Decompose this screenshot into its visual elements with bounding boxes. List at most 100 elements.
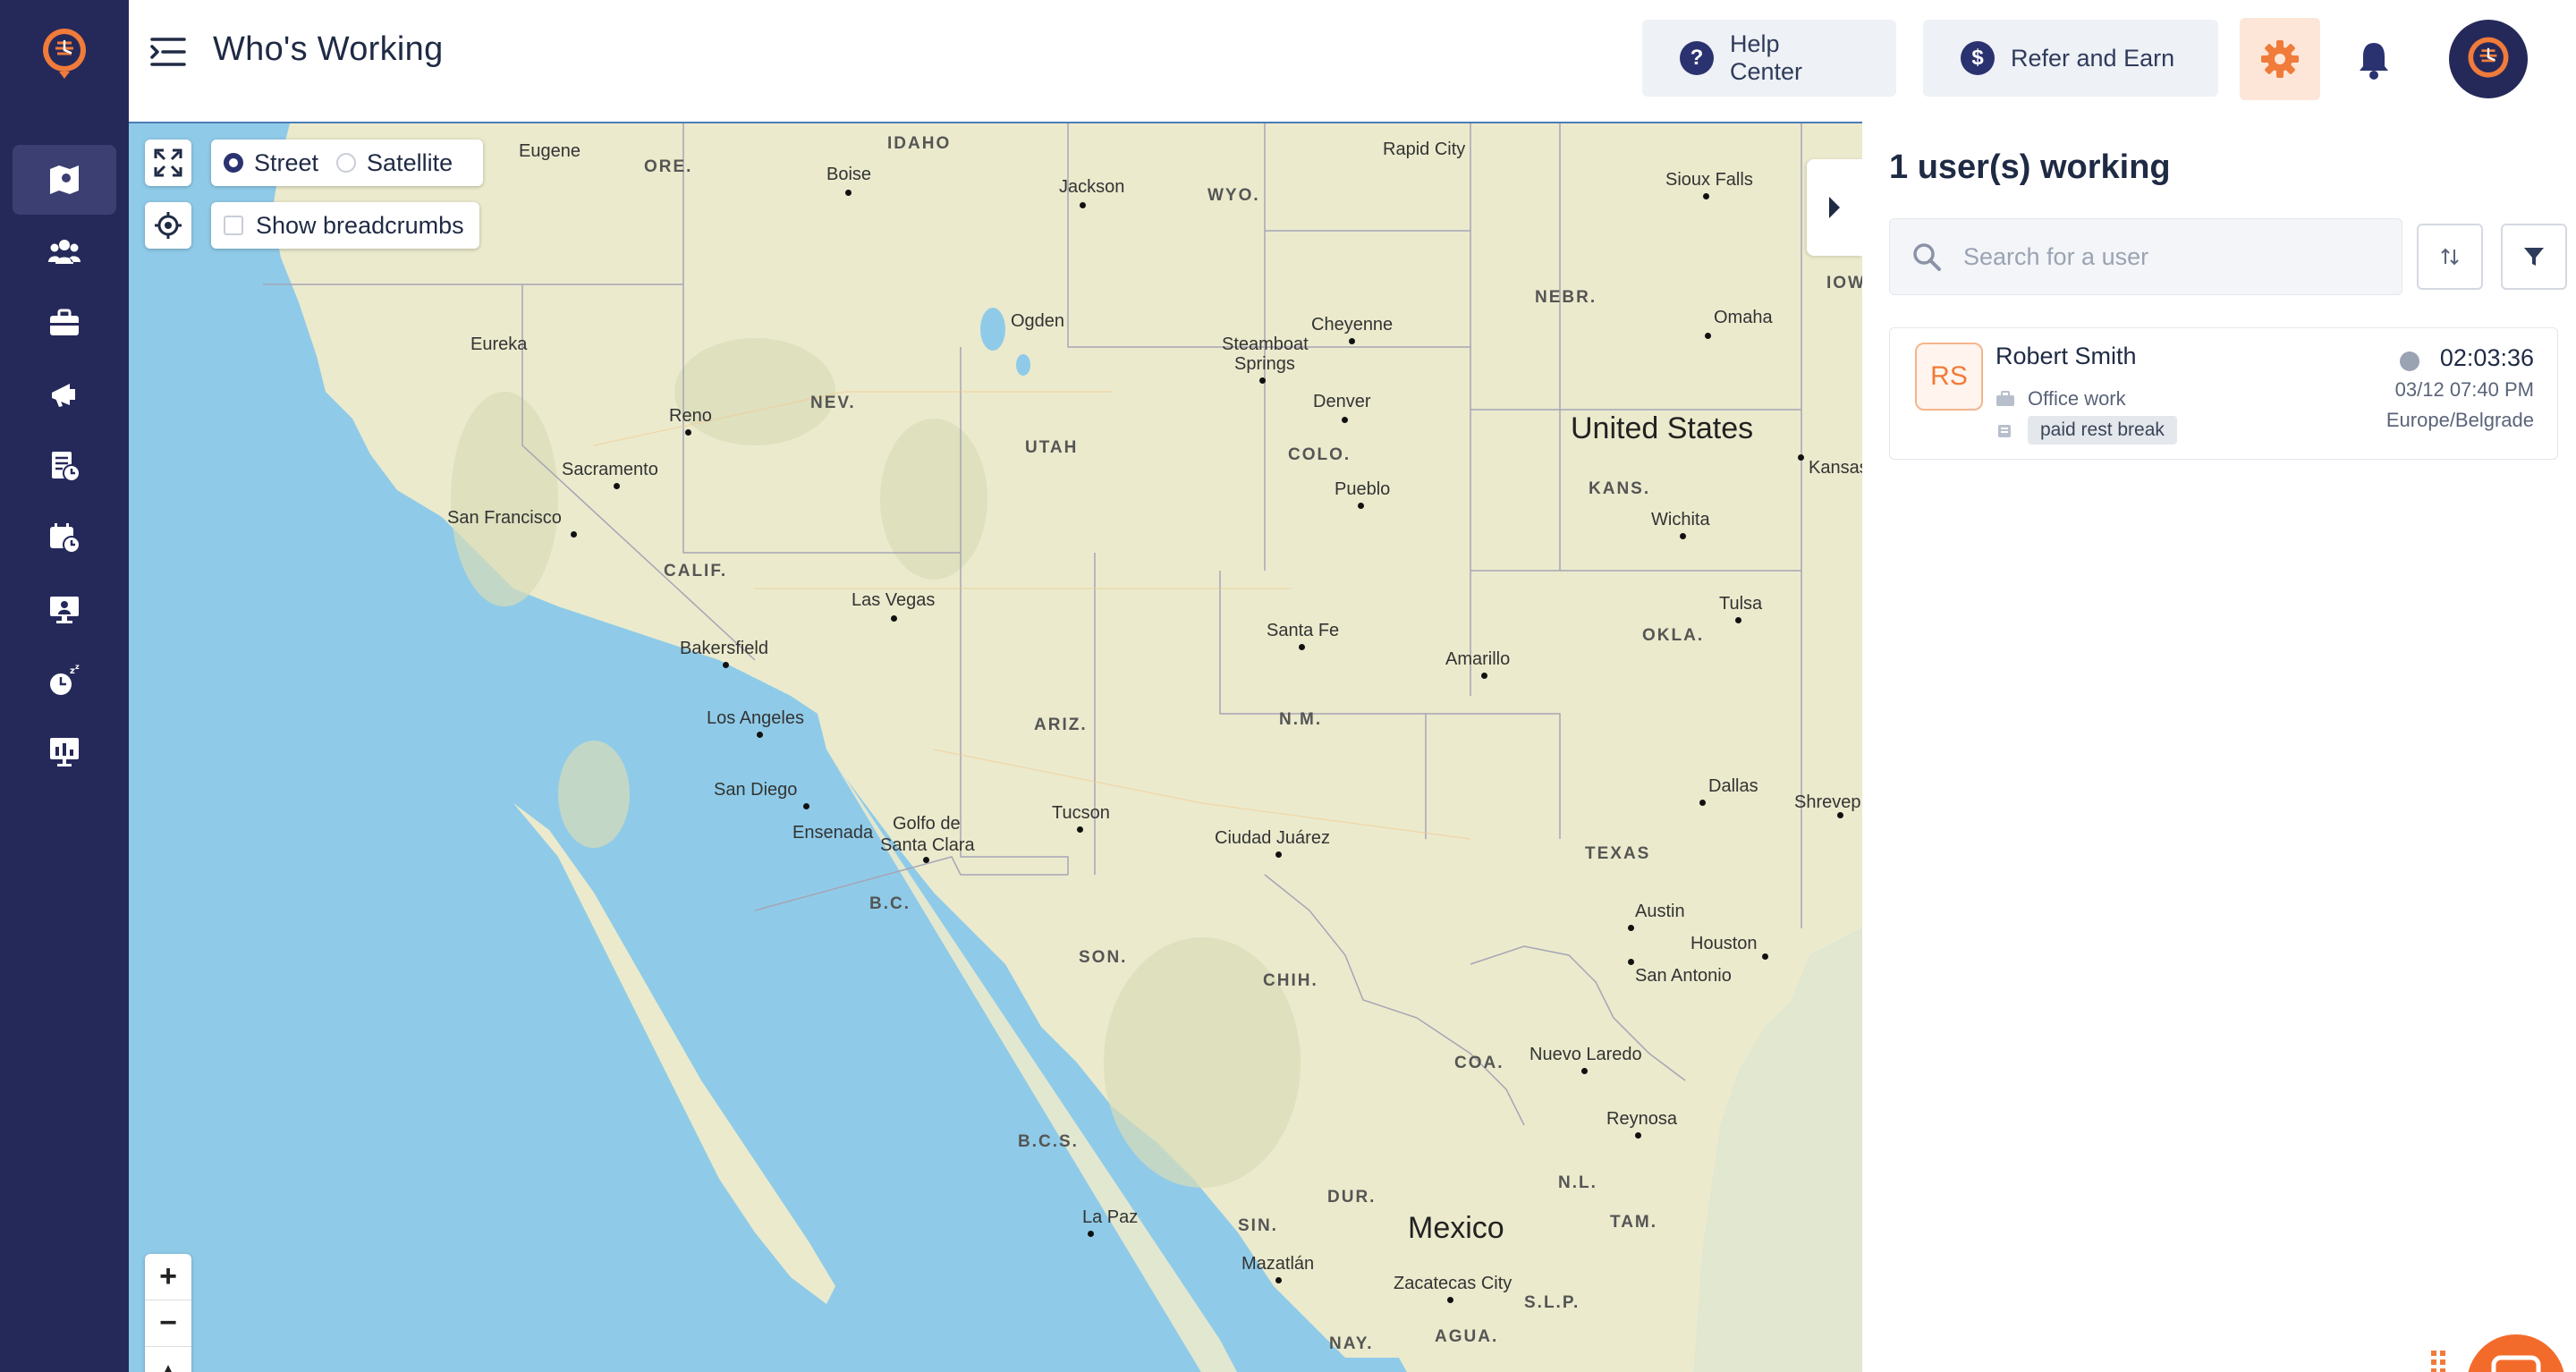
zoom-in-button[interactable]: +: [145, 1254, 191, 1300]
clock-in-time: 03/12 07:40 PM: [2394, 378, 2534, 401]
timesheet-icon: [52, 452, 80, 482]
sidebar-item-live-map[interactable]: [13, 145, 116, 215]
sidebar-item-timesheets[interactable]: [13, 431, 116, 501]
apps-grid-icon[interactable]: [2431, 1351, 2453, 1372]
filter-button[interactable]: [2501, 224, 2567, 290]
map-label-cheyenne: Cheyenne: [1311, 315, 1394, 335]
map-label-bcs: B.C.S.: [1018, 1132, 1079, 1151]
map-label-san-francisco: San Francisco: [447, 508, 562, 528]
map-label-bakersfield: Bakersfield: [680, 639, 768, 658]
search-icon: [1913, 243, 1941, 271]
live-map[interactable]: Eugene IDAHO ORE. Boise Jackson WYO. Rap…: [129, 122, 1862, 1372]
map-label-nuevo-laredo: Nuevo Laredo: [1530, 1045, 1642, 1064]
map-label-tam: TAM.: [1610, 1213, 1658, 1232]
map-dot-wichita: [1680, 533, 1686, 539]
map-label-ensenada: Ensenada: [792, 823, 874, 843]
fullscreen-button[interactable]: [145, 140, 191, 186]
sidebar-item-announcements[interactable]: [13, 360, 116, 429]
zoom-out-button[interactable]: −: [145, 1300, 191, 1347]
app-logo-icon[interactable]: [39, 23, 89, 80]
satellite-radio[interactable]: Satellite: [336, 149, 453, 177]
user-search-input[interactable]: [1963, 242, 2375, 271]
map-label-kansas: Kansas: [1809, 458, 1862, 478]
caret-right-icon: [1829, 197, 1840, 218]
map-label-santa-fe: Santa Fe: [1267, 621, 1340, 640]
help-center-button[interactable]: ? Help Center: [1642, 20, 1896, 97]
map-label-ciudad-juarez: Ciudad Juárez: [1215, 828, 1330, 848]
working-count-title: 1 user(s) working: [1889, 148, 2171, 186]
sidebar-item-reports[interactable]: [13, 717, 116, 787]
briefcase-icon: [1996, 391, 2014, 406]
chat-icon: [2491, 1355, 2541, 1372]
sidebar-item-kiosk[interactable]: [13, 574, 116, 644]
zoom-control: + − ▲: [145, 1254, 191, 1372]
map-label-colo: COLO.: [1288, 445, 1352, 464]
map-label-texas: TEXAS: [1585, 844, 1651, 863]
settings-button[interactable]: [2240, 18, 2320, 100]
time-off-icon: [50, 523, 80, 554]
sidebar-item-time-off[interactable]: [13, 503, 116, 572]
page-title: Who's Working: [213, 30, 444, 68]
sidebar-item-team[interactable]: [13, 216, 116, 286]
sidebar-item-jobs[interactable]: [13, 288, 116, 358]
street-radio[interactable]: Street: [224, 149, 318, 177]
menu-toggle-icon[interactable]: [148, 34, 188, 70]
panel-collapse-button[interactable]: [1807, 159, 1862, 256]
map-label-agua: AGUA.: [1435, 1327, 1499, 1346]
refer-and-earn-button[interactable]: $ Refer and Earn: [1923, 20, 2218, 97]
compass-button[interactable]: ▲: [145, 1347, 191, 1372]
map-label-ogden: Ogden: [1011, 311, 1065, 331]
kiosk-icon: [50, 597, 79, 623]
map-dot-los-angeles: [757, 732, 763, 738]
app-root: zz Who's Working ? Help Center $ Refer a…: [0, 0, 2576, 1372]
map-dot-houston: [1762, 953, 1768, 960]
map-label-eugene: Eugene: [519, 141, 580, 161]
map-label-utah: UTAH: [1025, 438, 1079, 457]
map-label-mazatlan: Mazatlán: [1241, 1254, 1315, 1274]
map-label-ariz: ARIZ.: [1034, 716, 1088, 734]
chat-launcher-button[interactable]: [2467, 1334, 2565, 1372]
show-breadcrumbs-checkbox[interactable]: [224, 216, 243, 235]
map-label-nebr: NEBR.: [1535, 288, 1597, 307]
map-label-kans: KANS.: [1589, 479, 1651, 498]
notifications-bell-icon[interactable]: [2356, 39, 2392, 80]
dollar-icon: $: [1961, 41, 1995, 75]
satellite-radio-circle[interactable]: [336, 153, 357, 173]
user-card[interactable]: RS Robert Smith Office work paid rest br…: [1889, 327, 2558, 460]
map-label-boise: Boise: [826, 165, 872, 184]
locate-button[interactable]: [145, 202, 191, 249]
map-label-nm: N.M.: [1279, 710, 1323, 729]
map-label-mexico: Mexico: [1408, 1211, 1504, 1245]
sidebar-item-breaks[interactable]: zz: [13, 646, 116, 716]
map-dot-la-paz: [1088, 1231, 1094, 1237]
street-radio-circle[interactable]: [224, 153, 243, 173]
working-users-panel: 1 user(s) working RS Robert Smith: [1862, 122, 2576, 1372]
account-avatar[interactable]: [2449, 20, 2528, 98]
map-dot-pueblo: [1358, 503, 1364, 509]
map-label-son: SON.: [1079, 948, 1128, 967]
map-label-san-diego: San Diego: [714, 780, 798, 800]
map-label-steamboat: Steamboat: [1222, 335, 1309, 354]
break-icon: [1998, 425, 2011, 437]
map-layer-switch: Street Satellite: [211, 140, 483, 186]
map-label-dur: DUR.: [1327, 1188, 1377, 1207]
sort-button[interactable]: [2417, 224, 2483, 290]
map-dot-mazatlan: [1275, 1277, 1282, 1283]
help-center-label: Help Center: [1730, 30, 1803, 85]
map-dot-sioux-falls: [1703, 193, 1709, 199]
map-label-houston: Houston: [1690, 934, 1758, 953]
megaphone-icon: [52, 384, 75, 407]
map-dot-ciudad-juarez: [1275, 851, 1282, 858]
user-initials-avatar: RS: [1915, 343, 1983, 411]
map-label-sin: SIN.: [1238, 1216, 1278, 1235]
map-dot-santa-fe: [1299, 644, 1305, 650]
map-label-nay: NAY.: [1329, 1334, 1374, 1353]
map-label-la-paz: La Paz: [1082, 1207, 1139, 1227]
show-breadcrumbs-toggle[interactable]: Show breadcrumbs: [211, 202, 479, 249]
map-dot-jackson: [1080, 202, 1086, 208]
map-label-zacatecas: Zacatecas City: [1394, 1274, 1513, 1293]
map-dot-bakersfield: [723, 662, 729, 668]
map-label-omaha: Omaha: [1714, 308, 1773, 327]
map-dot-steamboat: [1259, 377, 1266, 384]
map-dot-nuevo-laredo: [1581, 1068, 1588, 1074]
